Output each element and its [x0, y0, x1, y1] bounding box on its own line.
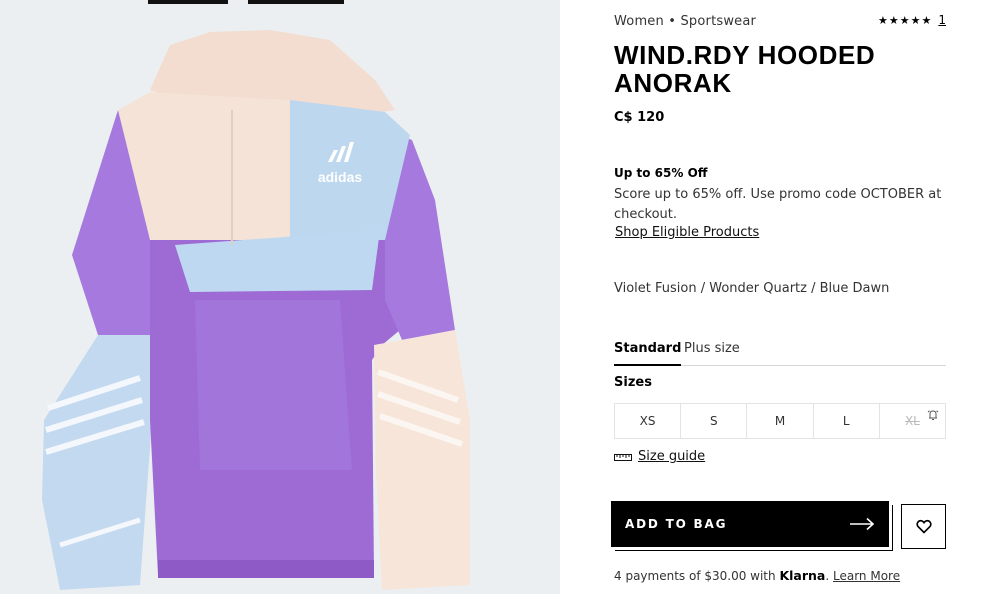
size-option-l[interactable]: L [814, 404, 880, 438]
product-title-line: WIND.RDY HOODED [614, 40, 876, 70]
size-option-s[interactable]: S [681, 404, 748, 438]
size-option-xs[interactable]: XS [615, 404, 682, 438]
klarna-logo: Klarna [779, 568, 826, 583]
size-option-xl[interactable]: XL [880, 404, 945, 438]
breadcrumb[interactable]: Women • Sportswear [614, 14, 756, 29]
add-to-bag-label: ADD TO BAG [625, 517, 728, 531]
left-sleeve-lower [42, 335, 152, 590]
product-image[interactable]: adidas [0, 0, 560, 594]
review-count-link[interactable]: 1 [938, 13, 946, 27]
installments-info: 4 payments of $30.00 with Klarna. Learn … [614, 568, 900, 583]
promo-title: Up to 65% Off [614, 166, 708, 180]
product-info-panel: Women • Sportswear ★★★★★ 1 WIND.RDY HOOD… [611, 0, 946, 594]
add-to-bag-button[interactable]: ADD TO BAG [611, 501, 889, 547]
arrow-right-icon [850, 517, 875, 531]
sizes-label: Sizes [614, 375, 652, 390]
hem [158, 560, 374, 578]
rating[interactable]: ★★★★★ 1 [878, 13, 946, 27]
thumb-fragment [248, 0, 344, 4]
thumb-fragment [148, 0, 228, 4]
heart-icon [915, 519, 932, 534]
body-highlight [195, 300, 352, 470]
ruler-icon [614, 453, 632, 461]
size-selector: XS S M L XL [614, 403, 946, 439]
right-sleeve-lower [374, 330, 470, 590]
wishlist-button[interactable] [901, 504, 946, 549]
jacket-logo-text: adidas [318, 169, 363, 185]
color-name: Violet Fusion / Wonder Quartz / Blue Daw… [614, 281, 890, 296]
tab-standard[interactable]: Standard [614, 341, 682, 366]
promo-text: Score up to 65% off. Use promo code OCTO… [614, 187, 942, 222]
star-icon: ★★★★★ [878, 13, 933, 27]
installments-separator: . [825, 569, 833, 583]
size-type-tabs: Standard Plus size [614, 340, 946, 366]
shop-eligible-link[interactable]: Shop Eligible Products [615, 225, 759, 240]
installments-text: 4 payments of $30.00 with [614, 569, 780, 583]
size-guide-link[interactable]: Size guide [614, 449, 705, 464]
size-option-xl-label: XL [904, 414, 920, 428]
product-price: C$ 120 [614, 110, 665, 125]
bell-icon[interactable] [927, 409, 939, 421]
jacket-illustration: adidas [42, 0, 470, 590]
size-option-m[interactable]: M [747, 404, 814, 438]
product-title-line: ANORAK [614, 68, 732, 98]
learn-more-link[interactable]: Learn More [833, 569, 900, 583]
product-title: WIND.RDY HOODED ANORAK [614, 41, 946, 97]
size-guide-label: Size guide [638, 449, 706, 464]
tab-plus-size[interactable]: Plus size [684, 341, 740, 366]
